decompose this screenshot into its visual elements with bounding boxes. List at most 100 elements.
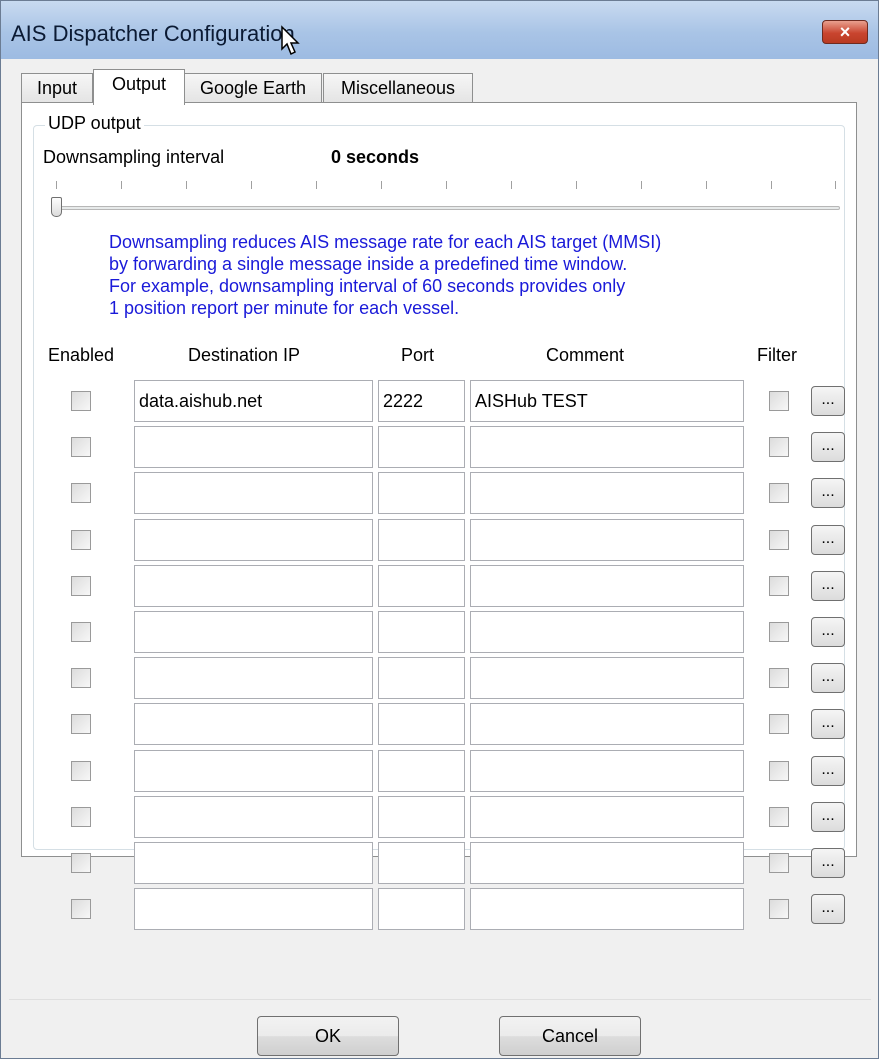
port-input[interactable]: [378, 611, 465, 653]
port-input[interactable]: [378, 426, 465, 469]
filter-settings-button[interactable]: ...: [811, 570, 845, 601]
filter-settings-button[interactable]: ...: [811, 432, 845, 463]
filter-settings-button[interactable]: ...: [811, 709, 845, 740]
filter-settings-button[interactable]: ...: [811, 848, 845, 878]
output-row: ...: [1, 471, 879, 515]
comment-input[interactable]: AISHub TEST: [470, 380, 744, 422]
port-input[interactable]: [378, 842, 465, 884]
port-input[interactable]: [378, 795, 465, 838]
filter-checkbox[interactable]: [769, 483, 789, 504]
filter-checkbox[interactable]: [769, 899, 789, 920]
port-input[interactable]: 2222: [378, 380, 465, 422]
comment-input[interactable]: [470, 611, 744, 653]
filter-settings-button[interactable]: ...: [811, 894, 845, 925]
tab-miscellaneous[interactable]: Miscellaneous: [323, 73, 473, 103]
downsampling-slider-track[interactable]: [53, 206, 840, 210]
output-row: ...: [1, 425, 879, 469]
ok-button[interactable]: OK: [257, 1016, 399, 1056]
enabled-checkbox[interactable]: [71, 529, 91, 550]
column-header-destination-ip: Destination IP: [188, 345, 301, 365]
tab-input[interactable]: Input: [21, 73, 93, 103]
info-line: 1 position report per minute for each ve…: [109, 298, 460, 318]
comment-input[interactable]: [470, 518, 744, 561]
filter-checkbox[interactable]: [769, 668, 789, 689]
filter-settings-button[interactable]: ...: [811, 663, 845, 694]
enabled-checkbox[interactable]: [71, 714, 91, 735]
dialog-window: AIS Dispatcher Configuration × Input Out…: [0, 0, 879, 1059]
filter-checkbox[interactable]: [769, 529, 789, 550]
udp-output-group-label: UDP output: [45, 113, 144, 134]
destination-ip-input[interactable]: data.aishub.net: [134, 380, 373, 422]
title-bar[interactable]: AIS Dispatcher Configuration ×: [1, 1, 878, 59]
port-input[interactable]: [378, 749, 465, 792]
enabled-checkbox[interactable]: [71, 391, 91, 411]
output-row: ...: [1, 610, 879, 654]
filter-checkbox[interactable]: [769, 853, 789, 873]
output-row: ...: [1, 841, 879, 885]
comment-input[interactable]: [470, 795, 744, 838]
enabled-checkbox[interactable]: [71, 899, 91, 920]
destination-ip-input[interactable]: [134, 703, 373, 746]
destination-ip-input[interactable]: [134, 564, 373, 607]
output-row: data.aishub.net 2222 AISHub TEST...: [1, 379, 879, 423]
destination-ip-input[interactable]: [134, 749, 373, 792]
destination-ip-input[interactable]: [134, 842, 373, 884]
downsampling-interval-label: Downsampling interval: [43, 147, 225, 167]
port-input[interactable]: [378, 518, 465, 561]
info-line: For example, downsampling interval of 60…: [109, 276, 626, 296]
enabled-checkbox[interactable]: [71, 760, 91, 781]
slider-ticks: [56, 181, 836, 193]
enabled-checkbox[interactable]: [71, 806, 91, 827]
comment-input[interactable]: [470, 564, 744, 607]
filter-checkbox[interactable]: [769, 575, 789, 596]
enabled-checkbox[interactable]: [71, 622, 91, 642]
info-line: by forwarding a single message inside a …: [109, 254, 628, 274]
filter-checkbox[interactable]: [769, 437, 789, 458]
comment-input[interactable]: [470, 749, 744, 792]
comment-input[interactable]: [470, 472, 744, 515]
destination-ip-input[interactable]: [134, 657, 373, 700]
enabled-checkbox[interactable]: [71, 575, 91, 596]
destination-ip-input[interactable]: [134, 426, 373, 469]
filter-checkbox[interactable]: [769, 391, 789, 411]
info-line: Downsampling reduces AIS message rate fo…: [109, 232, 662, 252]
tab-google-earth[interactable]: Google Earth: [184, 73, 322, 103]
filter-checkbox[interactable]: [769, 760, 789, 781]
comment-input[interactable]: [470, 426, 744, 469]
cancel-button[interactable]: Cancel: [499, 1016, 641, 1056]
filter-checkbox[interactable]: [769, 806, 789, 827]
filter-settings-button[interactable]: ...: [811, 478, 845, 509]
column-header-enabled: Enabled: [48, 345, 115, 365]
enabled-checkbox[interactable]: [71, 853, 91, 873]
filter-settings-button[interactable]: ...: [811, 755, 845, 786]
destination-ip-input[interactable]: [134, 472, 373, 515]
filter-settings-button[interactable]: ...: [811, 386, 845, 416]
port-input[interactable]: [378, 657, 465, 700]
filter-checkbox[interactable]: [769, 622, 789, 642]
comment-input[interactable]: [470, 842, 744, 884]
destination-ip-input[interactable]: [134, 888, 373, 931]
port-input[interactable]: [378, 703, 465, 746]
downsampling-interval-value: 0 seconds: [331, 147, 420, 167]
comment-input[interactable]: [470, 657, 744, 700]
destination-ip-input[interactable]: [134, 611, 373, 653]
downsampling-slider-thumb[interactable]: [51, 197, 62, 217]
filter-settings-button[interactable]: ...: [811, 524, 845, 555]
comment-input[interactable]: [470, 888, 744, 931]
window-title: AIS Dispatcher Configuration: [11, 21, 295, 46]
port-input[interactable]: [378, 472, 465, 515]
filter-settings-button[interactable]: ...: [811, 617, 845, 647]
port-input[interactable]: [378, 888, 465, 931]
port-input[interactable]: [378, 564, 465, 607]
enabled-checkbox[interactable]: [71, 483, 91, 504]
filter-checkbox[interactable]: [769, 714, 789, 735]
comment-input[interactable]: [470, 703, 744, 746]
destination-ip-input[interactable]: [134, 518, 373, 561]
output-row: ...: [1, 702, 879, 746]
filter-settings-button[interactable]: ...: [811, 801, 845, 832]
enabled-checkbox[interactable]: [71, 668, 91, 689]
close-button[interactable]: ×: [822, 20, 868, 44]
enabled-checkbox[interactable]: [71, 437, 91, 458]
destination-ip-input[interactable]: [134, 795, 373, 838]
tab-output[interactable]: Output: [93, 69, 185, 105]
